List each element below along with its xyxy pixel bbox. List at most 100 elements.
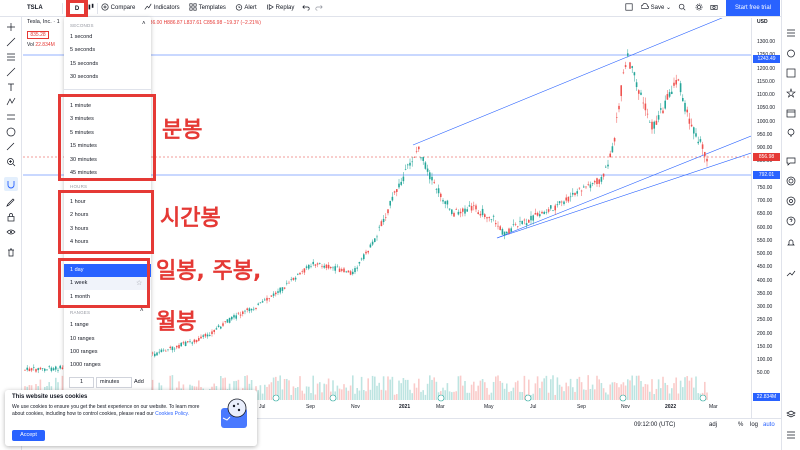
- interval-5-seconds[interactable]: 5 seconds: [64, 44, 151, 57]
- trendline-icon[interactable]: [6, 37, 16, 47]
- cookies-policy-link[interactable]: Cookies Policy.: [155, 411, 189, 417]
- alert-button[interactable]: Alert: [235, 2, 257, 15]
- candle-body: [477, 212, 479, 215]
- bell-icon[interactable]: [786, 238, 796, 248]
- trend-icon[interactable]: [786, 268, 796, 278]
- brush-icon[interactable]: [6, 67, 16, 77]
- chat-icon[interactable]: [786, 156, 796, 166]
- interval-1000-ranges[interactable]: 1000 ranges: [64, 359, 151, 372]
- earnings-marker-icon[interactable]: [619, 394, 627, 402]
- camera-icon[interactable]: [710, 2, 718, 15]
- volume-bar: [387, 376, 389, 400]
- compare-button[interactable]: Compare: [101, 2, 135, 15]
- candle-body: [668, 92, 671, 97]
- volume-bar: [484, 382, 486, 400]
- earnings-marker-icon[interactable]: [699, 394, 707, 402]
- save-button[interactable]: Save ⌄: [641, 2, 671, 15]
- support-line[interactable]: [496, 152, 751, 239]
- chevron-up-icon[interactable]: ˄: [142, 21, 146, 27]
- earnings-marker-icon[interactable]: [329, 394, 337, 402]
- text-icon[interactable]: [6, 82, 16, 92]
- interval-10-ranges[interactable]: 10 ranges: [64, 333, 151, 346]
- crosshair-icon[interactable]: [6, 22, 16, 32]
- zoom-in-icon[interactable]: [6, 157, 16, 167]
- interval-30-seconds[interactable]: 30 seconds: [64, 71, 151, 84]
- candle-body: [554, 205, 556, 211]
- templates-button[interactable]: Templates: [189, 2, 226, 15]
- volume-bar: [310, 393, 312, 400]
- emoji-icon[interactable]: [6, 127, 16, 137]
- pencil-lock-icon[interactable]: [6, 197, 16, 207]
- chart-type-icon[interactable]: [87, 2, 95, 15]
- chevron-up-icon[interactable]: ˄: [140, 308, 144, 314]
- gear-icon[interactable]: [695, 2, 703, 15]
- earnings-marker-icon[interactable]: [437, 394, 445, 402]
- clock-time[interactable]: 09:12:00 (UTC): [634, 422, 675, 428]
- auto-toggle[interactable]: auto: [763, 422, 775, 428]
- log-toggle[interactable]: log: [750, 422, 758, 428]
- volume-bar: [319, 382, 321, 400]
- eye-icon[interactable]: [6, 227, 16, 237]
- candle-body: [561, 201, 563, 203]
- target-icon[interactable]: [786, 196, 796, 206]
- layout-icon[interactable]: [625, 2, 633, 15]
- channel-upper-line[interactable]: [412, 18, 751, 146]
- chart-legend: Tesla, Inc. · 1: [27, 19, 60, 25]
- pattern-icon[interactable]: [6, 97, 16, 107]
- search-icon[interactable]: [678, 2, 686, 15]
- prediction-icon[interactable]: [6, 112, 16, 122]
- cookie-accept-button[interactable]: Accept: [12, 430, 45, 441]
- price-tick: 700.00: [757, 198, 773, 204]
- candle-body: [171, 346, 174, 351]
- calendar-icon[interactable]: [786, 108, 796, 118]
- earnings-marker-icon[interactable]: [272, 394, 280, 402]
- custom-interval-add-button[interactable]: Add: [134, 377, 144, 388]
- interval-1-range[interactable]: 1 range: [64, 319, 151, 332]
- candle-body: [706, 158, 708, 162]
- candle-body: [624, 65, 627, 68]
- indicators-button[interactable]: Indicators: [144, 2, 180, 15]
- interval-1-second[interactable]: 1 second: [64, 31, 151, 44]
- trash-icon[interactable]: [6, 247, 16, 257]
- fib-icon[interactable]: [6, 52, 16, 62]
- start-free-trial-button[interactable]: Start free trial: [726, 0, 780, 16]
- menu-icon[interactable]: [786, 430, 796, 440]
- price-tick: 350.00: [757, 290, 773, 297]
- candle-body: [224, 321, 226, 322]
- help-icon[interactable]: [786, 216, 796, 226]
- candle-body: [195, 339, 198, 342]
- candle-body: [352, 271, 354, 275]
- earnings-marker-icon[interactable]: [524, 394, 532, 402]
- streams-icon[interactable]: [786, 176, 796, 186]
- candle-body: [213, 329, 215, 332]
- undo-icon[interactable]: [302, 2, 310, 15]
- layers-icon[interactable]: [786, 410, 796, 420]
- watchlist-icon[interactable]: [786, 28, 796, 38]
- volume-legend: Vol 22.834M: [27, 42, 55, 48]
- interval-15-seconds[interactable]: 15 seconds: [64, 58, 151, 71]
- channel-lower-line[interactable]: [496, 135, 751, 239]
- replay-button[interactable]: Replay: [266, 2, 294, 15]
- candle-body: [664, 100, 666, 109]
- hotlist-icon[interactable]: [786, 88, 796, 98]
- percent-toggle[interactable]: %: [738, 422, 743, 428]
- price-tick: 1100.00: [757, 92, 775, 98]
- ruler-icon[interactable]: [6, 142, 16, 152]
- ideas-icon[interactable]: [786, 128, 796, 138]
- time-tick: Jul: [530, 404, 537, 410]
- lock-icon[interactable]: [6, 212, 16, 222]
- price-tick: 950.00: [757, 131, 773, 138]
- price-axis[interactable]: USD 1300.001250.001200.001150.001100.001…: [751, 18, 781, 418]
- cookie-banner: This website uses cookies We use cookies…: [5, 390, 257, 446]
- redo-icon[interactable]: [315, 2, 323, 15]
- interval-100-ranges[interactable]: 100 ranges: [64, 346, 151, 359]
- symbol-search[interactable]: TSLA: [27, 2, 43, 15]
- custom-interval-input[interactable]: 1: [69, 377, 94, 388]
- magnet-icon[interactable]: [4, 177, 18, 191]
- custom-interval-unit-select[interactable]: minutes: [96, 377, 132, 388]
- candle-body: [666, 94, 669, 100]
- alarm-clock-icon[interactable]: [786, 48, 796, 58]
- candle-body: [528, 219, 530, 223]
- adj-toggle[interactable]: adj: [709, 422, 717, 428]
- data-window-icon[interactable]: [786, 68, 796, 78]
